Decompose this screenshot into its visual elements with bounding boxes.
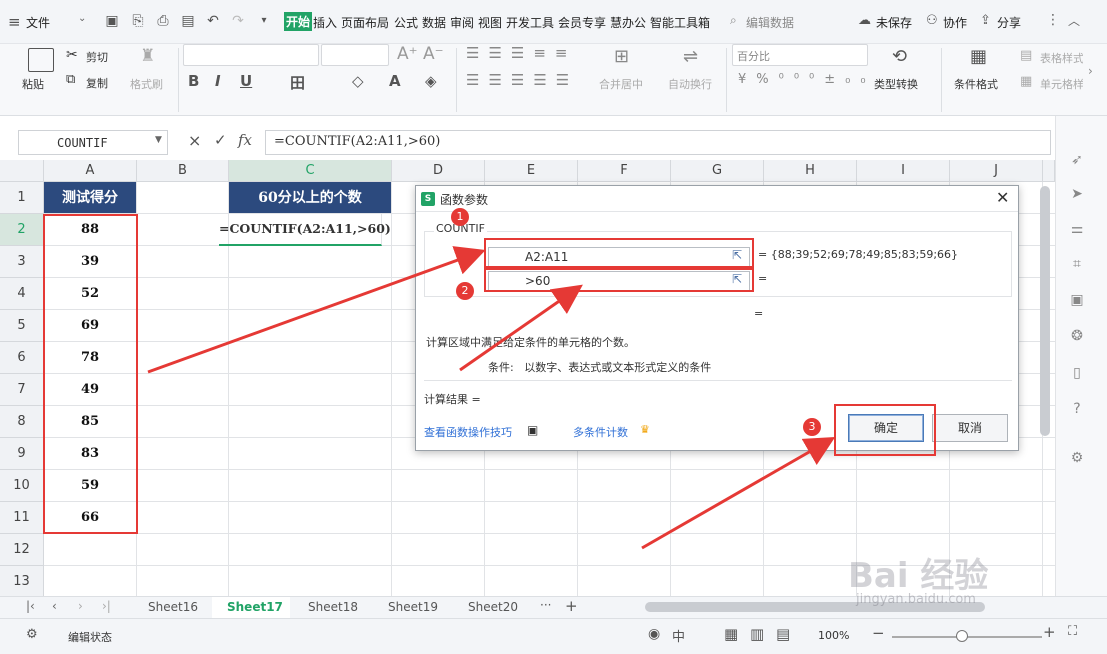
sheet-tab[interactable]: Sheet19 — [388, 600, 438, 614]
fullscreen-icon[interactable]: ⛶ — [1068, 624, 1077, 639]
last-sheet-icon[interactable]: ›| — [102, 599, 111, 613]
add-sheet-icon[interactable]: + — [565, 597, 578, 615]
next-sheet-icon[interactable]: › — [78, 599, 83, 613]
first-sheet-icon[interactable]: |‹ — [26, 599, 35, 613]
watermark-brand: Bai 经验 — [848, 556, 989, 596]
sheet-tab[interactable]: Sheet18 — [308, 600, 358, 614]
zoom-slider-thumb[interactable] — [956, 630, 968, 642]
zoom-in-icon[interactable]: + — [1043, 623, 1056, 641]
sheet-tab-active[interactable]: Sheet17 — [227, 600, 283, 614]
zoom-out-icon[interactable]: − — [872, 624, 885, 642]
macro-icon[interactable]: ⚙ — [26, 627, 38, 642]
step-badge-3: 3 — [803, 418, 821, 436]
more-sheets-icon[interactable]: ··· — [540, 598, 551, 612]
watermark-url: jingyan.baidu.com — [856, 592, 976, 607]
input-method-icon[interactable]: 中 — [672, 626, 685, 645]
step-badge-2: 2 — [456, 282, 474, 300]
page-layout-view-icon[interactable]: ▥ — [750, 625, 764, 643]
sheet-tab[interactable]: Sheet20 — [468, 600, 518, 614]
page-break-view-icon[interactable]: ▤ — [776, 625, 790, 643]
step-badge-1: 1 — [451, 208, 469, 226]
status-bar: ⚙ 编辑状态 ◉ 中 ▦ ▥ ▤ 100% − + ⛶ — [0, 618, 1107, 654]
zoom-level[interactable]: 100% — [818, 629, 849, 642]
eye-protect-icon[interactable]: ◉ — [648, 626, 660, 642]
sheet-tab[interactable]: Sheet16 — [148, 600, 198, 614]
normal-view-icon[interactable]: ▦ — [724, 625, 738, 643]
edit-status: 编辑状态 — [68, 631, 112, 644]
prev-sheet-icon[interactable]: ‹ — [52, 599, 57, 613]
